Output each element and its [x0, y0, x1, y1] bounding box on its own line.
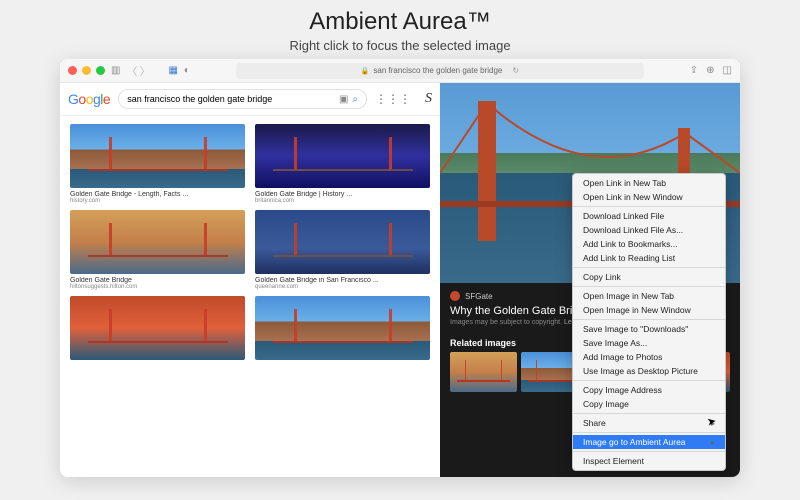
address-bar[interactable]: 🔒 san francisco the golden gate bridge ↻: [236, 63, 644, 79]
submenu-arrow-icon: ▸: [711, 438, 715, 447]
menu-separator: [573, 380, 725, 381]
apps-icon[interactable]: ⋮⋮⋮: [375, 92, 411, 106]
thumb-image[interactable]: [70, 124, 245, 188]
google-logo[interactable]: Google: [68, 91, 110, 107]
reader-icon[interactable]: ◐: [184, 65, 190, 76]
menu-separator: [573, 413, 725, 414]
google-header: Google ▣ ⌕ ⋮⋮⋮ S: [60, 83, 440, 116]
back-button[interactable]: 〈: [126, 63, 137, 79]
new-tab-icon[interactable]: ⊕: [706, 65, 714, 76]
context-menu[interactable]: Open Link in New TabOpen Link in New Win…: [572, 173, 726, 471]
cursor-icon: ➤: [706, 414, 717, 428]
thumb-caption: Golden Gate Bridge - Length, Facts ...: [70, 191, 245, 198]
menu-item[interactable]: Open Image in New Window: [573, 303, 725, 317]
image-result[interactable]: Golden Gate Bridge | History ...britanni…: [255, 124, 430, 204]
thumb-caption: Golden Gate Bridge in San Francisco ...: [255, 277, 430, 284]
menu-item[interactable]: Download Linked File As...: [573, 223, 725, 237]
search-input[interactable]: [127, 94, 339, 104]
camera-icon[interactable]: ▣: [339, 94, 348, 105]
related-thumb[interactable]: [450, 352, 517, 392]
menu-item[interactable]: Save Image to "Downloads": [573, 322, 725, 336]
thumb-image[interactable]: [70, 296, 245, 360]
menu-item[interactable]: Download Linked File: [573, 209, 725, 223]
thumb-source: hiltonsuggests.hilton.com: [70, 284, 245, 290]
browser-window: ▥ 〈 〉 ▦ ◐ 🔒 san francisco the golden gat…: [60, 59, 740, 477]
menu-separator: [573, 432, 725, 433]
share-icon[interactable]: ⇪: [690, 65, 698, 76]
thumb-image[interactable]: [70, 210, 245, 274]
menu-item[interactable]: Open Image in New Tab: [573, 289, 725, 303]
search-box[interactable]: ▣ ⌕: [118, 89, 367, 109]
source-name: SFGate: [465, 292, 493, 301]
menu-item[interactable]: Add Link to Bookmarks...: [573, 237, 725, 251]
thumb-source: queenanne.com: [255, 284, 430, 290]
thumb-image[interactable]: [255, 296, 430, 360]
image-result[interactable]: [70, 296, 245, 360]
menu-item[interactable]: Use Image as Desktop Picture: [573, 364, 725, 378]
menu-separator: [573, 451, 725, 452]
sidebar-toggle-icon[interactable]: ▥: [111, 65, 120, 76]
source-favicon: [450, 291, 460, 301]
menu-item[interactable]: Copy Link: [573, 270, 725, 284]
menu-item[interactable]: Copy Image Address: [573, 383, 725, 397]
image-result[interactable]: Golden Gate Bridge - Length, Facts ...hi…: [70, 124, 245, 204]
image-result[interactable]: Golden Gate Bridge in San Francisco ...q…: [255, 210, 430, 290]
page-subtitle: Right click to focus the selected image: [0, 38, 800, 53]
menu-separator: [573, 286, 725, 287]
thumb-caption: Golden Gate Bridge: [70, 277, 245, 284]
menu-item[interactable]: Open Link in New Tab: [573, 176, 725, 190]
menu-item[interactable]: Inspect Element: [573, 454, 725, 468]
menu-item[interactable]: Open Link in New Window: [573, 190, 725, 204]
menu-item[interactable]: Copy Image: [573, 397, 725, 411]
menu-separator: [573, 267, 725, 268]
profile-avatar[interactable]: S: [425, 91, 432, 107]
thumb-image[interactable]: [255, 124, 430, 188]
reload-icon[interactable]: ↻: [512, 66, 519, 75]
privacy-icon[interactable]: ▦: [168, 65, 177, 76]
thumb-image[interactable]: [255, 210, 430, 274]
lock-icon: 🔒: [361, 67, 370, 75]
menu-separator: [573, 206, 725, 207]
thumb-source: britannica.com: [255, 198, 430, 204]
tabs-icon[interactable]: ◫: [723, 65, 732, 76]
close-window-button[interactable]: [68, 66, 77, 75]
minimize-window-button[interactable]: [82, 66, 91, 75]
menu-item[interactable]: Add Link to Reading List: [573, 251, 725, 265]
search-icon[interactable]: ⌕: [352, 94, 358, 105]
menu-item[interactable]: Add Image to Photos: [573, 350, 725, 364]
traffic-lights: [68, 66, 105, 75]
menu-item[interactable]: Image go to Ambient Aurea▸: [573, 435, 725, 449]
thumb-source: history.com: [70, 198, 245, 204]
thumb-caption: Golden Gate Bridge | History ...: [255, 191, 430, 198]
menu-item[interactable]: Save Image As...: [573, 336, 725, 350]
address-text: san francisco the golden gate bridge: [373, 66, 502, 75]
forward-button[interactable]: 〉: [139, 63, 150, 79]
results-pane: Google ▣ ⌕ ⋮⋮⋮ S Golden Gate Bridge - Le…: [60, 83, 440, 477]
menu-separator: [573, 319, 725, 320]
image-grid: Golden Gate Bridge - Length, Facts ...hi…: [60, 116, 440, 368]
titlebar: ▥ 〈 〉 ▦ ◐ 🔒 san francisco the golden gat…: [60, 59, 740, 83]
zoom-window-button[interactable]: [96, 66, 105, 75]
image-result[interactable]: [255, 296, 430, 360]
menu-item[interactable]: Share▸: [573, 416, 725, 430]
page-title: Ambient Aurea™: [0, 8, 800, 36]
image-result[interactable]: Golden Gate Bridgehiltonsuggests.hilton.…: [70, 210, 245, 290]
